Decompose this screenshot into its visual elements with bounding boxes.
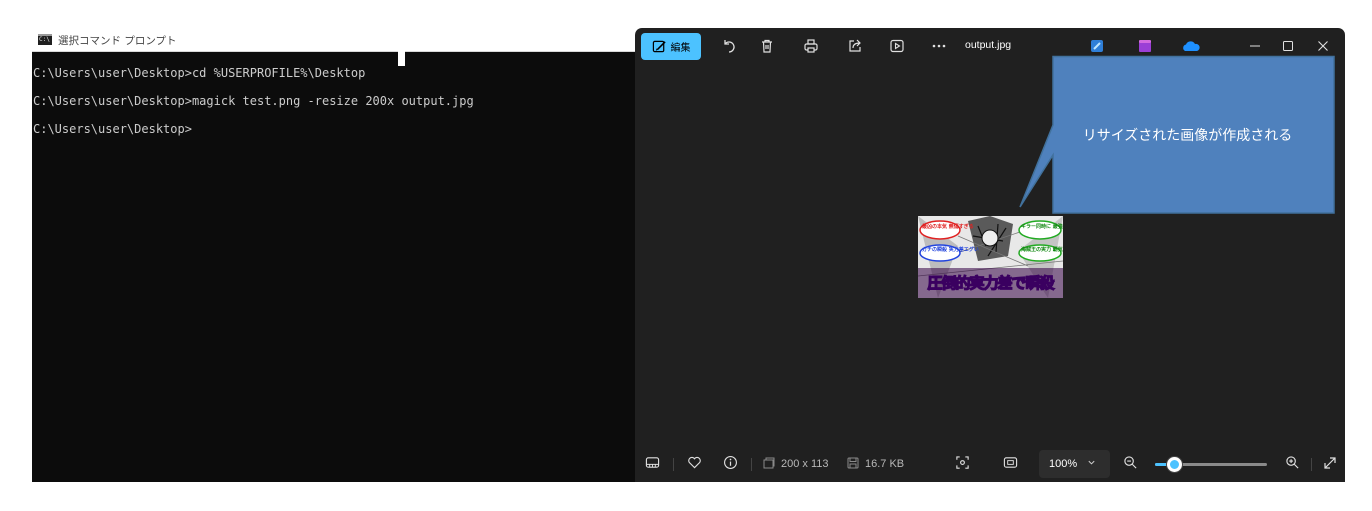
rotate-icon [721, 38, 737, 54]
command-prompt-window[interactable]: C:\ 選択コマンド プロンプト C:\Users\user\Desktop>c… [32, 28, 642, 482]
zoom-level-text: 100% [1049, 458, 1078, 470]
image-caption: 圧倒的実力差で瞬殺 [927, 273, 1055, 292]
fit-window-icon [1003, 455, 1018, 473]
separator [1311, 458, 1312, 471]
image-text-bubble: 最凶の本気 無傷すぎる [922, 224, 974, 230]
maximize-icon [1282, 37, 1294, 56]
print-icon [803, 38, 819, 54]
zoom-slider-thumb[interactable] [1167, 457, 1183, 472]
zoom-in-icon [1285, 455, 1300, 473]
image-text-bubble: キラー同時に 最強は衝撃 [1021, 224, 1063, 230]
expand-icon [1323, 456, 1337, 473]
zoom-in-button[interactable] [1285, 455, 1300, 473]
dimensions-text: 200 x 113 [781, 458, 829, 470]
file-info-button[interactable] [723, 455, 738, 473]
background-page-edge [1345, 28, 1372, 482]
focus-button[interactable] [955, 455, 970, 473]
separator [673, 458, 674, 471]
zoom-out-icon [1123, 455, 1138, 473]
filmstrip-button[interactable] [645, 455, 660, 473]
share-icon [847, 38, 863, 54]
close-icon [1317, 37, 1329, 56]
favorite-button[interactable] [687, 455, 702, 473]
designer-icon [1137, 39, 1153, 53]
dimensions-icon [763, 457, 775, 472]
print-button[interactable] [797, 34, 825, 58]
save-disk-icon [847, 457, 859, 472]
slideshow-icon [889, 38, 905, 54]
filmstrip-icon [645, 455, 660, 473]
cmd-line: C:\Users\user\Desktop>cd %USERPROFILE%\D… [33, 66, 366, 80]
more-button[interactable] [925, 34, 953, 58]
more-icon [931, 38, 947, 54]
image-text-bubble: ガチの瞬殺 実力差エグい [922, 247, 979, 253]
share-button[interactable] [841, 34, 869, 58]
image-dimensions: 200 x 113 [763, 455, 829, 473]
heart-icon [687, 455, 702, 473]
callout-text: リサイズされた画像が作成される [1082, 128, 1293, 144]
onedrive-icon [1181, 40, 1201, 52]
full-screen-button[interactable] [1323, 455, 1337, 473]
image-text-bubble: 海賊王の実力 覇気ヤバイ [1021, 247, 1063, 253]
text-cursor [398, 51, 405, 66]
cmd-title-bar[interactable]: C:\ 選択コマンド プロンプト [32, 28, 642, 52]
zoom-out-button[interactable] [1123, 455, 1138, 473]
zoom-level-dropdown[interactable]: 100% [1039, 450, 1110, 478]
cmd-line: C:\Users\user\Desktop>magick test.png -r… [33, 94, 474, 108]
chevron-down-icon [1087, 458, 1096, 470]
minimize-icon [1249, 37, 1261, 56]
cmd-console-output[interactable]: C:\Users\user\Desktop>cd %USERPROFILE%\D… [32, 52, 642, 482]
viewer-status-bar: 200 x 113 16.7 KB 100% [635, 446, 1345, 482]
file-size: 16.7 KB [847, 455, 904, 473]
cmd-window-title: 選択コマンド プロンプト [58, 35, 177, 47]
zoom-slider[interactable] [1155, 457, 1267, 472]
file-size-text: 16.7 KB [865, 458, 905, 470]
rotate-button[interactable] [715, 34, 743, 58]
fit-to-window-button[interactable] [1003, 455, 1018, 473]
slideshow-button[interactable] [883, 34, 911, 58]
cmd-line: C:\Users\user\Desktop> [33, 122, 192, 136]
separator [751, 458, 752, 471]
edit-label: 編集 [670, 43, 691, 54]
edit-button[interactable]: 編集 [641, 33, 701, 60]
edit-icon [652, 39, 667, 54]
delete-button[interactable] [753, 34, 781, 58]
displayed-image[interactable]: 最凶の本気 無傷すぎる キラー同時に 最強は衝撃 ガチの瞬殺 実力差エグい 海賊… [918, 216, 1063, 298]
delete-icon [759, 38, 775, 54]
cmd-app-icon: C:\ [38, 34, 52, 45]
file-name: output.jpg [965, 39, 1012, 51]
info-icon [723, 455, 738, 473]
clipchamp-icon [1090, 39, 1104, 53]
focus-frame-icon [955, 455, 970, 473]
